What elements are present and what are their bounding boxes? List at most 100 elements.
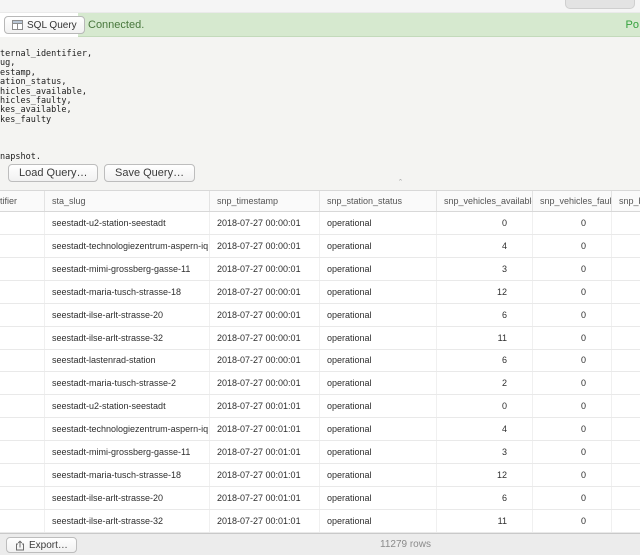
cell-snp-timestamp: 2018-07-27 00:00:01 [210,327,320,349]
cell-sta-slug: seestadt-lastenrad-station [45,350,210,372]
cell-sta-slug: seestadt-technologiezentrum-aspern-iq [45,418,210,440]
cell-snp-station-status: operational [320,464,437,486]
cell-snp-vehicles-faulty: 0 [533,510,612,532]
connection-status-bar: Connected. Po [78,13,640,37]
cell-snp-timestamp: 2018-07-27 00:00:01 [210,304,320,326]
cell-sta-slug: seestadt-ilse-arlt-strasse-20 [45,487,210,509]
titlebar-segmented-control[interactable] [565,0,635,9]
cell-snp-timestamp: 2018-07-27 00:00:01 [210,212,320,234]
cell-snp-b [612,441,640,463]
sql-text[interactable]: ternal_identifier, ug, estamp, ation_sta… [0,50,92,163]
toolbar: Connected. Po SQL Query [0,13,640,37]
cell-snp-vehicles-available: 4 [437,235,533,257]
cell-identifier [0,395,45,417]
cell-identifier [0,510,45,532]
cell-snp-b [612,258,640,280]
cell-snp-vehicles-available: 3 [437,258,533,280]
sql-query-tab[interactable]: SQL Query [4,16,85,34]
load-query-button[interactable]: Load Query… [8,164,98,182]
cell-snp-timestamp: 2018-07-27 00:01:01 [210,510,320,532]
cell-sta-slug: seestadt-u2-station-seestadt [45,212,210,234]
cell-snp-station-status: operational [320,441,437,463]
column-header-snp-vehicles-faulty[interactable]: snp_vehicles_faulty [533,191,612,211]
cell-snp-timestamp: 2018-07-27 00:01:01 [210,395,320,417]
app-window: Connected. Po SQL Query ternal_identifie… [0,0,640,555]
cell-snp-b [612,281,640,303]
cell-snp-vehicles-faulty: 0 [533,487,612,509]
export-button-label: Export… [29,540,68,551]
table-row[interactable]: seestadt-ilse-arlt-strasse-32 2018-07-27… [0,327,640,350]
cell-sta-slug: seestadt-maria-tusch-strasse-18 [45,464,210,486]
cell-snp-vehicles-available: 4 [437,418,533,440]
table-row[interactable]: seestadt-technologiezentrum-aspern-iq 20… [0,235,640,258]
connection-status-text: Connected. [88,19,144,31]
cell-snp-vehicles-available: 2 [437,372,533,394]
column-header-snp-timestamp[interactable]: snp_timestamp [210,191,320,211]
cell-identifier [0,372,45,394]
table-row[interactable]: seestadt-ilse-arlt-strasse-20 2018-07-27… [0,304,640,327]
cell-identifier [0,281,45,303]
export-icon [15,540,25,551]
cell-snp-vehicles-faulty: 0 [533,327,612,349]
table-icon [12,20,23,30]
row-count: 11279 rows [380,534,431,555]
cell-snp-station-status: operational [320,372,437,394]
cell-sta-slug: seestadt-technologiezentrum-aspern-iq [45,235,210,257]
cell-sta-slug: seestadt-ilse-arlt-strasse-32 [45,327,210,349]
cell-snp-vehicles-available: 12 [437,281,533,303]
cell-snp-b [612,464,640,486]
save-query-button[interactable]: Save Query… [104,164,195,182]
table-row[interactable]: seestadt-maria-tusch-strasse-18 2018-07-… [0,281,640,304]
cell-snp-vehicles-available: 3 [437,441,533,463]
column-header-identifier[interactable]: tifier [0,191,45,211]
cell-sta-slug: seestadt-mimi-grossberg-gasse-11 [45,258,210,280]
cell-sta-slug: seestadt-maria-tusch-strasse-2 [45,372,210,394]
cell-snp-vehicles-faulty: 0 [533,372,612,394]
connection-link[interactable]: Po [626,13,640,37]
column-header-snp-vehicles-available[interactable]: snp_vehicles_available [437,191,533,211]
cell-snp-vehicles-available: 0 [437,212,533,234]
table-row[interactable]: seestadt-mimi-grossberg-gasse-11 2018-07… [0,258,640,281]
sql-editor[interactable]: ternal_identifier, ug, estamp, ation_sta… [0,37,640,190]
cell-snp-b [612,350,640,372]
table-row[interactable]: seestadt-lastenrad-station 2018-07-27 00… [0,350,640,373]
cell-identifier [0,327,45,349]
table-row[interactable]: seestadt-u2-station-seestadt 2018-07-27 … [0,395,640,418]
table-row[interactable]: seestadt-maria-tusch-strasse-2 2018-07-2… [0,372,640,395]
table-row[interactable]: seestadt-u2-station-seestadt 2018-07-27 … [0,212,640,235]
table-row[interactable]: seestadt-ilse-arlt-strasse-20 2018-07-27… [0,487,640,510]
cell-snp-vehicles-faulty: 0 [533,350,612,372]
cell-snp-vehicles-faulty: 0 [533,464,612,486]
cell-snp-station-status: operational [320,395,437,417]
cell-snp-b [612,418,640,440]
cell-snp-timestamp: 2018-07-27 00:01:01 [210,487,320,509]
cell-identifier [0,418,45,440]
cell-snp-station-status: operational [320,487,437,509]
cell-sta-slug: seestadt-u2-station-seestadt [45,395,210,417]
cell-snp-vehicles-available: 6 [437,350,533,372]
export-button[interactable]: Export… [6,537,77,553]
cell-snp-station-status: operational [320,327,437,349]
column-header-snp-station-status[interactable]: snp_station_status [320,191,437,211]
cell-snp-vehicles-faulty: 0 [533,304,612,326]
table-row[interactable]: seestadt-maria-tusch-strasse-18 2018-07-… [0,464,640,487]
cell-snp-b [612,304,640,326]
cell-sta-slug: seestadt-mimi-grossberg-gasse-11 [45,441,210,463]
cell-snp-timestamp: 2018-07-27 00:00:01 [210,258,320,280]
column-header-snp-b[interactable]: snp_b [612,191,640,211]
column-header-sta-slug[interactable]: sta_slug [45,191,210,211]
table-row[interactable]: seestadt-ilse-arlt-strasse-32 2018-07-27… [0,510,640,533]
cell-sta-slug: seestadt-ilse-arlt-strasse-32 [45,510,210,532]
status-bar: Export… 11279 rows [0,533,640,555]
table-row[interactable]: seestadt-mimi-grossberg-gasse-11 2018-07… [0,441,640,464]
cell-snp-station-status: operational [320,304,437,326]
sql-query-tab-label: SQL Query [27,20,77,31]
sort-indicator-icon: ˆ [399,179,402,188]
cell-snp-vehicles-faulty: 0 [533,418,612,440]
cell-snp-vehicles-available: 12 [437,464,533,486]
cell-snp-vehicles-faulty: 0 [533,212,612,234]
cell-snp-station-status: operational [320,350,437,372]
cell-snp-vehicles-available: 0 [437,395,533,417]
cell-snp-timestamp: 2018-07-27 00:01:01 [210,418,320,440]
table-row[interactable]: seestadt-technologiezentrum-aspern-iq 20… [0,418,640,441]
